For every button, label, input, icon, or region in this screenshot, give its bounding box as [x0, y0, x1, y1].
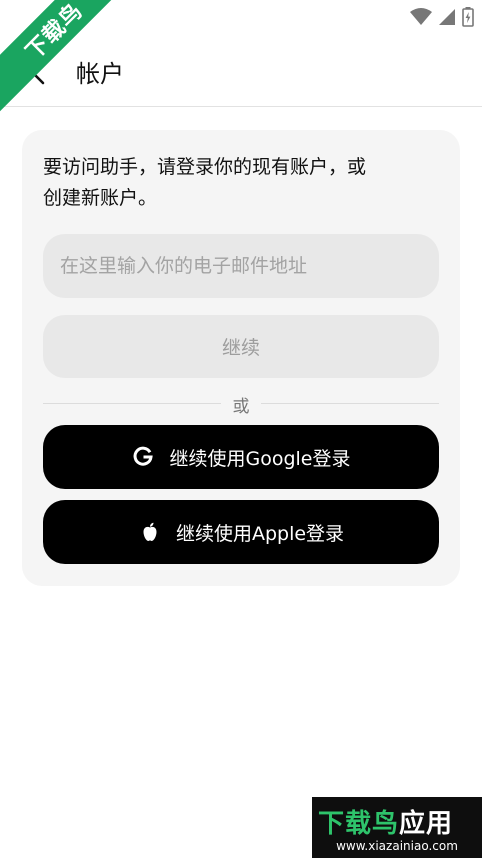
watermark-brand-white: 应用 [399, 809, 454, 839]
watermark-brand-green: 下载鸟 [318, 809, 400, 839]
apple-logo-icon [143, 522, 157, 541]
battery-icon [462, 7, 474, 27]
or-label: 或 [232, 397, 250, 417]
login-card: 要访问助手，请登录你的现有账户，或 创建新账户。 继续 或 继续使用Google… [22, 130, 460, 586]
intro-line-2: 创建新账户。 [43, 187, 158, 209]
apple-signin-label: 继续使用Apple登录 [175, 522, 345, 545]
login-intro-text: 要访问助手，请登录你的现有账户，或 创建新账户。 [43, 152, 438, 214]
header-divider [0, 106, 482, 107]
watermark-logo: 下载鸟应用 www.xiazainiao.com [312, 797, 482, 858]
divider-line-right [261, 403, 439, 404]
watermark-url: www.xiazainiao.com [336, 839, 458, 853]
status-icons [410, 7, 474, 27]
email-field[interactable] [43, 234, 439, 298]
apple-signin-button[interactable]: 继续使用Apple登录 [43, 500, 439, 564]
watermark-brand: 下载鸟应用 [318, 803, 453, 840]
google-g-icon [134, 446, 154, 466]
wifi-icon [410, 8, 432, 25]
continue-button[interactable]: 继续 [43, 315, 439, 378]
signal-icon [439, 9, 455, 25]
google-signin-button[interactable]: 继续使用Google登录 [43, 425, 439, 489]
app-bar: 帐户 [0, 40, 482, 106]
intro-line-1: 要访问助手，请登录你的现有账户，或 [43, 156, 367, 178]
page-title: 帐户 [76, 60, 124, 88]
google-signin-label: 继续使用Google登录 [169, 447, 351, 470]
or-divider: 或 [43, 392, 439, 417]
